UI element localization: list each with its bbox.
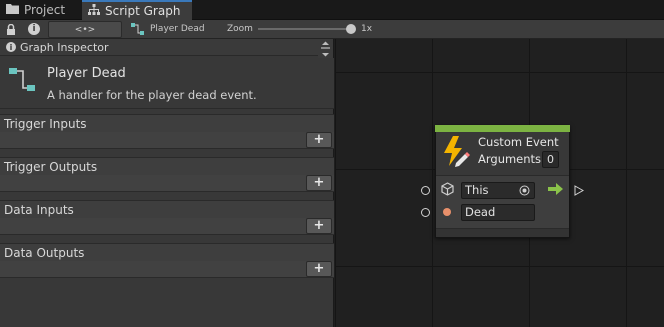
node-arguments-label: Arguments bbox=[478, 152, 542, 166]
event-name-value: Dead bbox=[465, 205, 496, 219]
inspector-header: i Graph Inspector bbox=[0, 39, 322, 56]
hierarchy-icon bbox=[88, 4, 100, 18]
graph-name-label: Player Dead bbox=[150, 24, 205, 34]
object-picker-icon[interactable] bbox=[519, 185, 530, 199]
section-data-outputs-list: + bbox=[0, 261, 334, 278]
tab-project[interactable]: Project bbox=[0, 0, 78, 20]
code-view-button[interactable]: <•> bbox=[48, 21, 122, 38]
add-trigger-input-button[interactable]: + bbox=[306, 132, 332, 148]
folder-icon bbox=[6, 3, 19, 17]
section-label: Data Inputs bbox=[4, 202, 74, 217]
graph-icon bbox=[9, 66, 37, 97]
graph-title: Player Dead bbox=[47, 66, 126, 81]
tab-project-label: Project bbox=[24, 3, 66, 17]
cube-icon bbox=[441, 182, 454, 199]
info-icon: i bbox=[6, 42, 16, 52]
string-port-icon bbox=[443, 208, 451, 216]
scrollbar[interactable] bbox=[318, 39, 333, 59]
lightning-pencil-icon bbox=[442, 136, 470, 171]
event-name-field[interactable]: Dead bbox=[461, 204, 535, 221]
section-label: Trigger Outputs bbox=[4, 159, 98, 174]
graph-description: A handler for the player dead event. bbox=[47, 88, 257, 102]
node-accent-bar bbox=[435, 125, 570, 132]
section-data-inputs-list: + bbox=[0, 218, 334, 235]
section-data-outputs-header: Data Outputs bbox=[0, 243, 334, 261]
tab-script-graph-label: Script Graph bbox=[105, 4, 181, 18]
node-title: Custom Event bbox=[478, 135, 559, 149]
tab-script-graph[interactable]: Script Graph bbox=[82, 0, 192, 20]
zoom-slider-handle[interactable] bbox=[346, 24, 356, 34]
zoom-slider-track[interactable] bbox=[258, 28, 354, 30]
section-label: Data Outputs bbox=[4, 245, 85, 260]
flow-arrow-icon bbox=[548, 183, 563, 198]
section-trigger-outputs-list: + bbox=[0, 175, 334, 192]
section-data-inputs-header: Data Inputs bbox=[0, 200, 334, 218]
zoom-label: Zoom bbox=[227, 24, 253, 34]
target-value: This bbox=[465, 183, 489, 197]
section-trigger-inputs-list: + bbox=[0, 132, 334, 149]
section-trigger-outputs-header: Trigger Outputs bbox=[0, 157, 334, 175]
arguments-count-field[interactable]: 0 bbox=[542, 151, 559, 168]
lock-icon[interactable] bbox=[6, 23, 16, 38]
section-trigger-inputs-header: Trigger Inputs bbox=[0, 114, 334, 132]
info-icon[interactable]: i bbox=[28, 23, 40, 35]
section-label: Trigger Inputs bbox=[4, 116, 87, 131]
graph-icon bbox=[131, 23, 145, 38]
add-data-input-button[interactable]: + bbox=[306, 218, 332, 234]
add-trigger-output-button[interactable]: + bbox=[306, 175, 332, 191]
add-data-output-button[interactable]: + bbox=[306, 261, 332, 277]
inspector-header-label: Graph Inspector bbox=[20, 40, 109, 54]
event-name-input-port[interactable] bbox=[421, 208, 430, 217]
zoom-value: 1x bbox=[361, 24, 373, 34]
flow-output-port[interactable] bbox=[574, 185, 585, 199]
target-input-port[interactable] bbox=[421, 186, 430, 195]
node-footer bbox=[436, 228, 569, 237]
